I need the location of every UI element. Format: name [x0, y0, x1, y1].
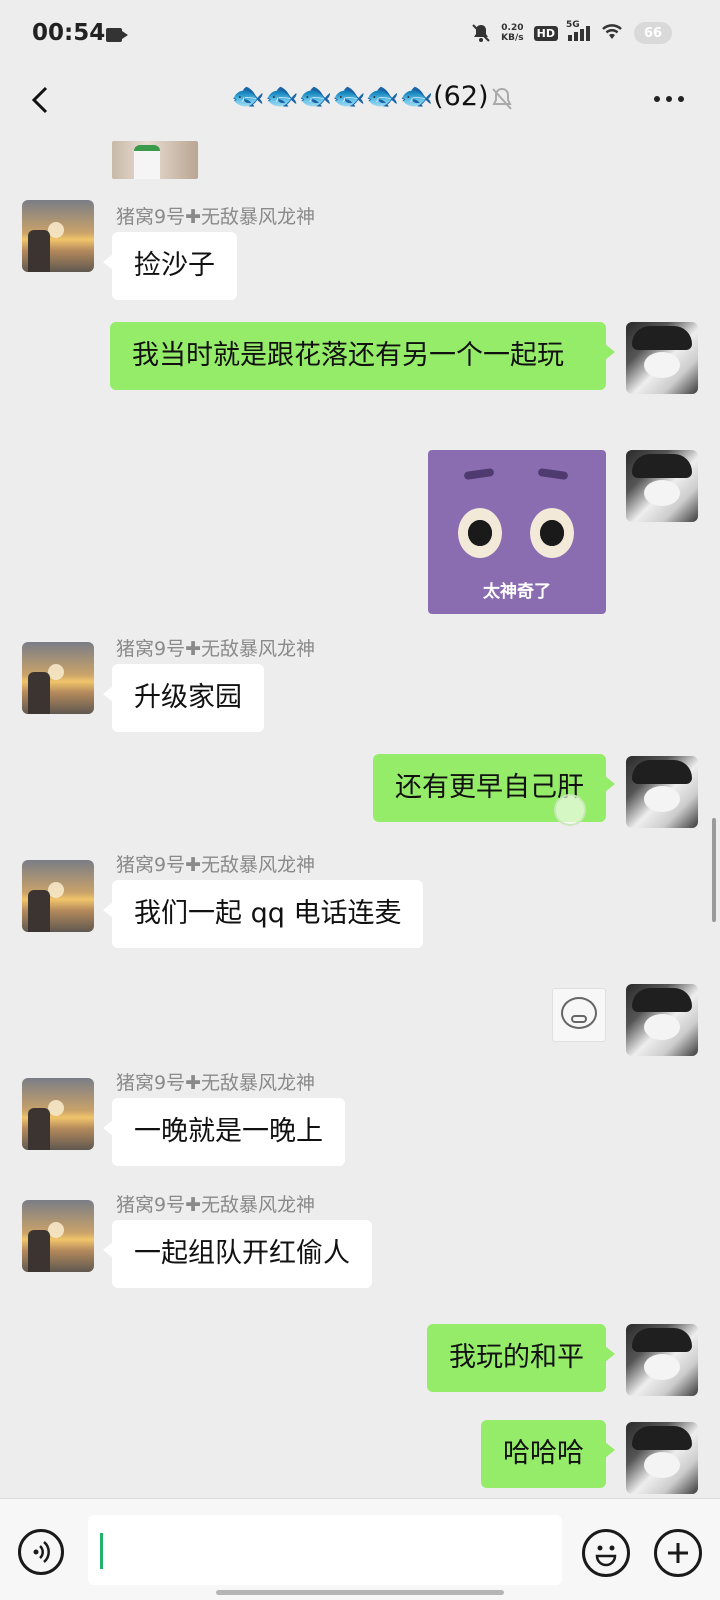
input-bar: [0, 1498, 720, 1600]
sender-avatar[interactable]: [22, 200, 94, 272]
notification-muted-icon: [471, 23, 491, 43]
sender-avatar[interactable]: [22, 1200, 94, 1272]
message-bubble-received[interactable]: 一晚就是一晚上: [103, 1098, 345, 1166]
network-speed: 0.20 KB/s: [501, 23, 523, 43]
network-speed-unit: KB/s: [501, 33, 524, 43]
message-bubble-received[interactable]: 一起组队开红偷人: [103, 1220, 372, 1288]
sender-avatar[interactable]: [22, 1078, 94, 1150]
video-camera-icon: [106, 28, 128, 42]
my-avatar[interactable]: [626, 450, 698, 522]
sender-name: 猪窝9号✚无敌暴风龙神: [116, 638, 316, 660]
sender-avatar[interactable]: [22, 642, 94, 714]
cell-signal-icon: 5G: [566, 20, 590, 41]
wifi-icon: [600, 22, 624, 44]
emoji-icon: [595, 1545, 617, 1567]
sticker-image[interactable]: 太神奇了: [428, 450, 606, 614]
status-bar: 00:54 0.20 KB/s HD 5G 66: [0, 0, 720, 72]
my-avatar[interactable]: [626, 756, 698, 828]
home-indicator[interactable]: [216, 1590, 504, 1595]
sender-name: 猪窝9号✚无敌暴风龙神: [116, 854, 316, 876]
more-functions-button[interactable]: [654, 1529, 702, 1577]
status-time: 00:54: [32, 20, 106, 46]
message-bubble-received[interactable]: 升级家园: [103, 664, 264, 732]
my-avatar[interactable]: [626, 1324, 698, 1396]
emoji-button[interactable]: [582, 1529, 630, 1577]
muted-bell-icon: [490, 86, 514, 116]
chat-title[interactable]: 🐟🐟🐟🐟🐟🐟(62): [0, 80, 720, 112]
sender-name: 猪窝9号✚无敌暴风龙神: [116, 206, 316, 228]
my-avatar[interactable]: [626, 322, 698, 394]
sticker-caption: 太神奇了: [483, 582, 551, 602]
sender-name: 猪窝9号✚无敌暴风龙神: [116, 1194, 316, 1216]
network-type: 5G: [566, 19, 580, 30]
battery-indicator: 66: [634, 22, 672, 44]
message-bubble-received[interactable]: 我们一起 qq 电话连麦: [102, 880, 424, 948]
status-icons: 0.20 KB/s HD 5G 66: [471, 20, 672, 44]
message-list[interactable]: 猪窝9号✚无敌暴风龙神 捡沙子 我当时就是跟花落还有另一个一起玩 太神奇了 猪窝…: [0, 128, 720, 1498]
message-bubble-sent[interactable]: 哈哈哈: [481, 1420, 615, 1488]
sticker-image-partial[interactable]: [112, 141, 198, 179]
text-cursor: [100, 1533, 103, 1569]
add-icon: [668, 1543, 688, 1563]
voice-icon: [33, 1541, 50, 1563]
sender-name: 猪窝9号✚无敌暴风龙神: [116, 1072, 316, 1094]
message-bubble-received[interactable]: 捡沙子: [103, 232, 237, 300]
chat-header: 🐟🐟🐟🐟🐟🐟(62): [0, 72, 720, 128]
scrollbar[interactable]: [712, 818, 716, 922]
my-avatar[interactable]: [626, 1422, 698, 1494]
message-bubble-sent[interactable]: 我玩的和平: [427, 1324, 615, 1392]
message-bubble-sent[interactable]: 我当时就是跟花落还有另一个一起玩: [110, 322, 615, 390]
sticker-image-small[interactable]: [552, 988, 606, 1042]
voice-input-button[interactable]: [18, 1529, 64, 1575]
message-input[interactable]: [88, 1515, 562, 1585]
sender-avatar[interactable]: [22, 860, 94, 932]
hd-badge: HD: [533, 25, 558, 41]
my-avatar[interactable]: [626, 984, 698, 1056]
more-options-icon[interactable]: [654, 96, 684, 102]
touch-indicator: [554, 794, 586, 826]
network-speed-value: 0.20: [501, 23, 524, 33]
